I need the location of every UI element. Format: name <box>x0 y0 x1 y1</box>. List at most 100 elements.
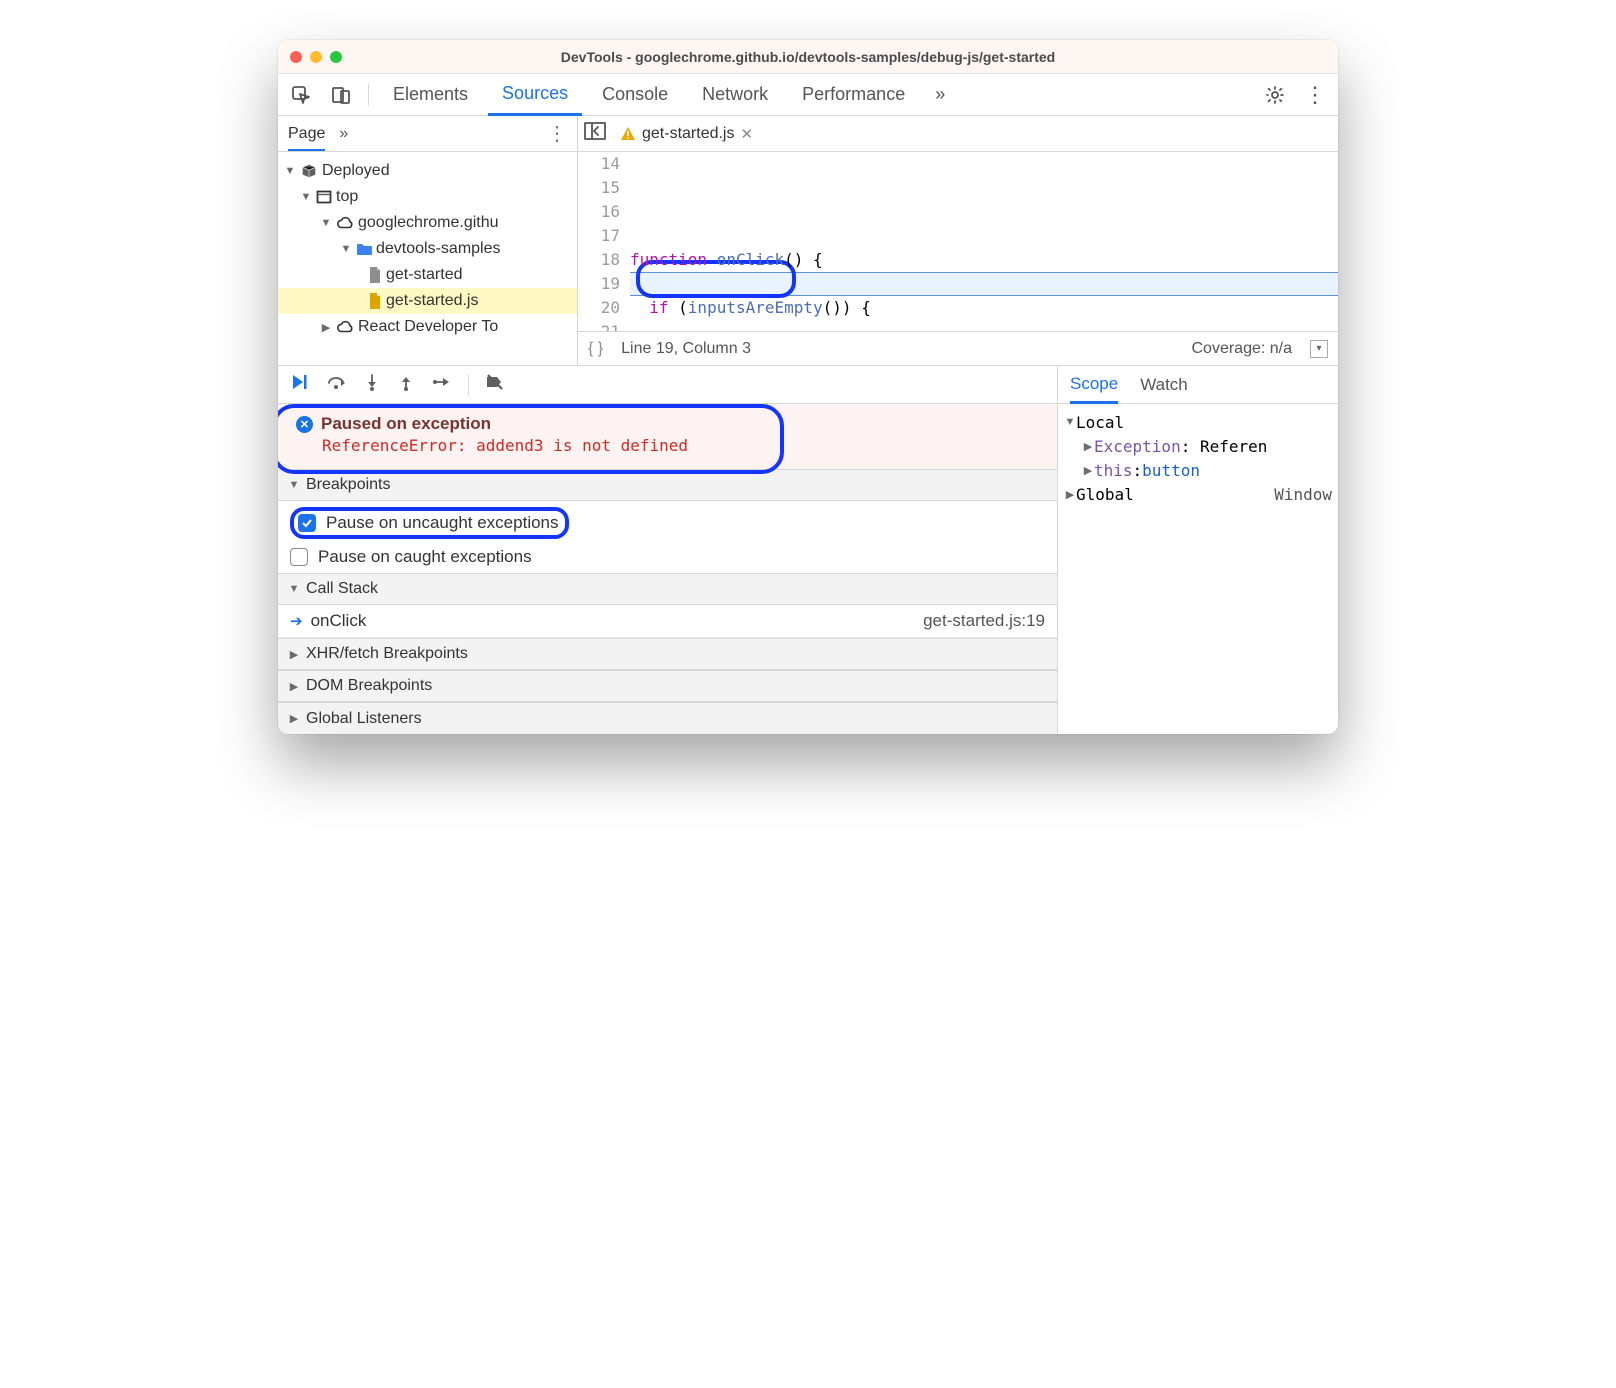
tree-top[interactable]: ▼ top <box>278 184 577 210</box>
dom-breakpoints-header[interactable]: ▶DOM Breakpoints <box>278 670 1057 702</box>
tree-label: Deployed <box>322 162 390 180</box>
minimize-window-button[interactable] <box>310 51 322 63</box>
warning-icon <box>620 126 636 142</box>
scope-sep: : <box>1133 461 1143 480</box>
tab-console[interactable]: Console <box>588 74 682 115</box>
tree-origin[interactable]: ▼ googlechrome.githu <box>278 210 577 236</box>
tab-performance[interactable]: Performance <box>788 74 919 115</box>
step-over-button[interactable] <box>326 373 346 396</box>
line-number: 16 <box>578 200 620 224</box>
window-titlebar: DevTools - googlechrome.github.io/devtoo… <box>278 40 1338 74</box>
navigator-header: Page » ⋮ <box>278 116 577 152</box>
tree-label: React Developer To <box>358 318 498 336</box>
scope-value: button <box>1142 461 1200 480</box>
debugger-toolbar <box>278 366 1057 404</box>
tree-label: get-started.js <box>386 292 478 310</box>
tab-network[interactable]: Network <box>688 74 782 115</box>
pause-caught-label: Pause on caught exceptions <box>318 547 532 567</box>
step-into-button[interactable] <box>364 373 380 396</box>
code-token: () { <box>784 250 823 269</box>
more-menu-icon[interactable]: ⋮ <box>1298 78 1332 112</box>
tree-label: devtools-samples <box>376 240 501 258</box>
navigator-more-icon[interactable]: ⋮ <box>547 121 567 146</box>
xhr-breakpoints-header[interactable]: ▶XHR/fetch Breakpoints <box>278 638 1057 670</box>
pane-title: DOM Breakpoints <box>306 677 432 695</box>
scope-label: Local <box>1076 413 1124 432</box>
global-listeners-header[interactable]: ▶Global Listeners <box>278 702 1057 734</box>
scope-local[interactable]: ▼Local <box>1064 410 1332 434</box>
window-controls <box>290 51 342 63</box>
tree-extension[interactable]: ▶ React Developer To <box>278 314 577 340</box>
scope-key: Exception <box>1094 437 1181 456</box>
frame-icon <box>316 189 332 205</box>
separator <box>368 84 369 106</box>
line-number: 20 <box>578 296 620 320</box>
settings-gear-icon[interactable] <box>1258 78 1292 112</box>
editor-tab-label: get-started.js <box>642 125 734 143</box>
line-number: 17 <box>578 224 620 248</box>
tab-elements[interactable]: Elements <box>379 74 482 115</box>
resume-button[interactable] <box>290 373 308 396</box>
editor-status-bar: { } Line 19, Column 3 Coverage: n/a ▾ <box>578 331 1338 365</box>
navigator-tab-page[interactable]: Page <box>288 125 325 151</box>
line-number: 21 <box>578 320 620 331</box>
tree-file-js[interactable]: get-started.js <box>278 288 577 314</box>
callstack-frame[interactable]: ➔ onClick get-started.js:19 <box>278 605 1057 638</box>
close-tab-icon[interactable]: ✕ <box>740 125 753 143</box>
frame-location: get-started.js:19 <box>923 611 1045 631</box>
code-editor[interactable]: 14 15 16 17 18 19 20 21 function onClick… <box>578 152 1338 331</box>
box-icon <box>300 162 318 180</box>
scope-pane: Scope Watch ▼Local ▶Exception: Referen ▶… <box>1058 366 1338 734</box>
step-out-button[interactable] <box>398 373 414 396</box>
deactivate-breakpoints-button[interactable] <box>485 373 505 396</box>
pause-uncaught-checkbox[interactable] <box>298 514 316 532</box>
tab-watch[interactable]: Watch <box>1140 375 1188 395</box>
device-toolbar-icon[interactable] <box>324 78 358 112</box>
file-tree: ▼ Deployed ▼ top ▼ googlechrome.githu ▼ <box>278 152 577 346</box>
code-token: onClick <box>707 250 784 269</box>
tree-file-html[interactable]: get-started <box>278 262 577 288</box>
status-dropdown-icon[interactable]: ▾ <box>1310 340 1328 358</box>
tab-sources[interactable]: Sources <box>488 75 582 116</box>
close-window-button[interactable] <box>290 51 302 63</box>
scope-value: Window <box>1274 485 1332 504</box>
tabs-overflow-icon[interactable]: » <box>925 84 955 105</box>
paused-title: Paused on exception <box>321 414 491 434</box>
tree-label: get-started <box>386 266 462 284</box>
callstack-header[interactable]: ▼Call Stack <box>278 573 1057 605</box>
coverage-label: Coverage: n/a <box>1191 340 1292 358</box>
toggle-navigator-icon[interactable] <box>584 122 606 145</box>
pretty-print-icon[interactable]: { } <box>588 340 603 358</box>
tab-scope[interactable]: Scope <box>1070 374 1118 404</box>
editor-tab-get-started-js[interactable]: get-started.js ✕ <box>610 116 763 151</box>
step-button[interactable] <box>432 374 452 395</box>
breakpoints-header[interactable]: ▼Breakpoints <box>278 469 1057 501</box>
pane-title: Breakpoints <box>306 476 391 494</box>
separator <box>468 374 469 396</box>
tree-folder[interactable]: ▼ devtools-samples <box>278 236 577 262</box>
pause-caught-checkbox[interactable] <box>290 548 308 566</box>
pane-title: Global Listeners <box>306 710 422 728</box>
exception-close-icon[interactable]: ✕ <box>296 416 313 433</box>
line-number: 15 <box>578 176 620 200</box>
code-token: ()) { <box>823 298 871 317</box>
debugger-left-pane: ✕ Paused on exception ReferenceError: ad… <box>278 366 1058 734</box>
maximize-window-button[interactable] <box>330 51 342 63</box>
code-token: inputsAreEmpty <box>688 298 823 317</box>
scope-exception[interactable]: ▶Exception: Referen <box>1064 434 1332 458</box>
editor-pane: get-started.js ✕ 14 15 16 17 18 19 20 21 <box>578 116 1338 365</box>
tree-deployed[interactable]: ▼ Deployed <box>278 158 577 184</box>
scope-this[interactable]: ▶this: button <box>1064 458 1332 482</box>
editor-tabstrip: get-started.js ✕ <box>578 116 1338 152</box>
code-token: if <box>630 298 669 317</box>
scope-global[interactable]: ▶GlobalWindow <box>1064 482 1332 506</box>
inspect-element-icon[interactable] <box>284 78 318 112</box>
cloud-icon <box>336 216 354 230</box>
navigator-overflow-icon[interactable]: » <box>339 125 348 143</box>
sources-split: Page » ⋮ ▼ Deployed ▼ top ▼ <box>278 116 1338 366</box>
line-number: 14 <box>578 152 620 176</box>
exception-message: ReferenceError: addend3 is not defined <box>296 434 1039 455</box>
devtools-window: DevTools - googlechrome.github.io/devtoo… <box>278 40 1338 734</box>
pause-uncaught-label: Pause on uncaught exceptions <box>326 513 559 533</box>
scope-label: Global <box>1076 485 1134 504</box>
